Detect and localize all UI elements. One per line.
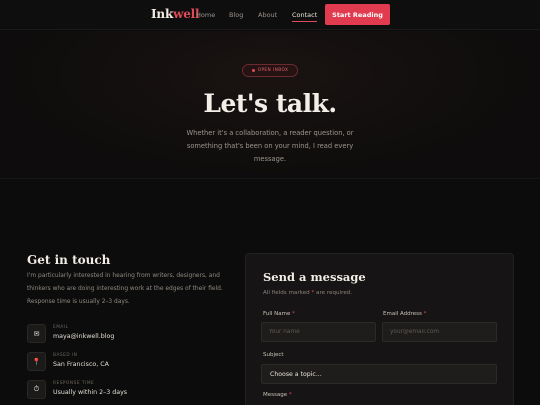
page-title: Let's talk. [203,89,337,118]
full-name-label: Full Name * [263,311,295,317]
subject-select[interactable]: Choose a topic... [261,364,497,384]
subject-select-value: Choose a topic... [270,370,322,378]
start-reading-button[interactable]: Start Reading [325,4,390,25]
get-in-touch-heading: Get in touch [27,253,111,267]
nav-link-home[interactable]: Home [196,11,215,19]
status-dot-icon [251,69,255,72]
top-nav: Inkwell Home Blog About Contact Start Re… [0,0,540,30]
contact-form-card: Send a message All fields marked * are r… [245,253,514,405]
contact-info-location: 📍 BASED IN San Francisco, CA [27,352,227,374]
message-label-text: Message [263,392,288,398]
required-note: All fields marked * are required. [263,290,352,296]
stopwatch-icon: ⏱ [27,380,46,399]
email-link[interactable]: maya@inkwell.blog [53,333,114,340]
required-star: * [423,311,427,317]
email-label: Email Address * [383,311,426,317]
contact-info-email: ✉ EMAIL maya@inkwell.blog [27,324,227,346]
info-label: BASED IN [53,353,78,358]
info-label: RESPONSE TIME [53,381,95,386]
mail-icon: ✉ [27,324,46,343]
required-note-prefix: All fields marked [263,290,312,296]
nav-link-contact[interactable]: Contact [292,11,318,22]
hero-section: OPEN INBOX Let's talk. Whether it's a co… [0,31,540,179]
badge-label: OPEN INBOX [257,68,289,73]
form-title: Send a message [263,270,366,284]
location-pin-icon: 📍 [27,352,46,371]
full-name-label-text: Full Name [263,311,291,317]
required-note-suffix: are required. [314,290,353,296]
brand-main: Ink [151,7,174,21]
subject-label: Subject [263,352,284,358]
required-star: * [292,311,295,317]
message-label: Message * [263,392,292,398]
brand-logo[interactable]: Inkwell [151,7,200,21]
info-value: Usually within 2–3 days [53,389,128,396]
required-star: * [288,392,292,398]
contact-info-response-time: ⏱ RESPONSE TIME Usually within 2–3 days [27,380,227,402]
email-input[interactable] [382,322,497,342]
email-label-text: Email Address [383,311,422,317]
info-label: EMAIL [53,325,69,330]
hero-subtitle: Whether it's a collaboration, a reader q… [186,129,354,163]
open-inbox-badge: OPEN INBOX [242,64,298,77]
full-name-input[interactable] [261,322,376,342]
nav-link-blog[interactable]: Blog [229,11,243,19]
nav-link-about[interactable]: About [258,11,277,19]
get-in-touch-text: I'm particularly interested in hearing f… [27,273,223,305]
info-value: San Francisco, CA [53,361,109,368]
